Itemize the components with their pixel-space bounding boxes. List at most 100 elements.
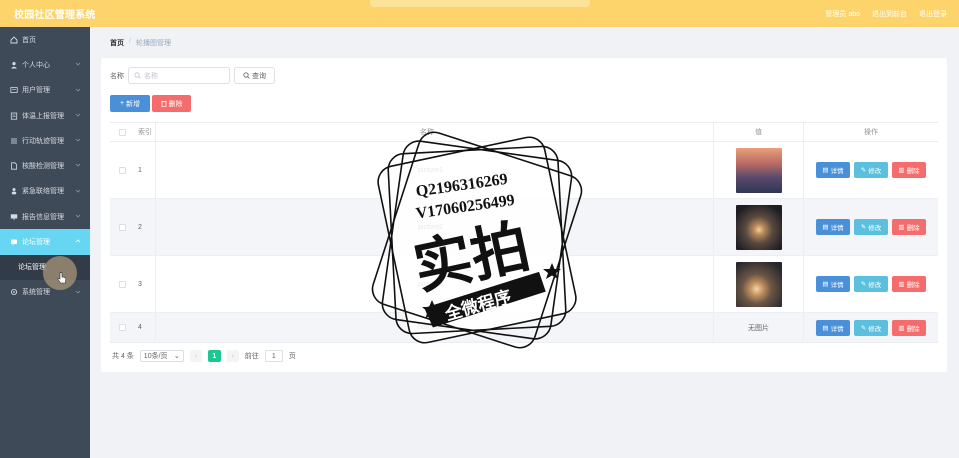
logout-link[interactable]: 退出登录	[919, 9, 947, 19]
column-header-value: 值	[714, 123, 804, 141]
search-input[interactable]: 名称	[128, 67, 230, 84]
query-button[interactable]: 查询	[234, 67, 275, 84]
sidebar-item-label: 论坛管理	[22, 239, 50, 247]
delete-button[interactable]: ▥ 删除	[892, 276, 926, 292]
settings-icon	[10, 288, 18, 296]
sidebar-item-emergency-contact[interactable]: 紧急联络管理	[0, 179, 90, 204]
submenu-label: 论坛管理	[18, 264, 46, 272]
goto-page-input[interactable]: 1	[264, 350, 283, 362]
row-checkbox[interactable]	[118, 324, 126, 331]
chevron-down-icon	[75, 189, 81, 193]
hand-cursor-icon	[57, 272, 67, 287]
goto-suffix: 页	[288, 353, 296, 360]
pagination: 共 4 条 10条/页 ⌄ ‹ 1 › 前往 1 页	[112, 350, 296, 362]
detail-button[interactable]: ▤ 详情	[816, 219, 850, 235]
chat-icon	[10, 238, 18, 246]
sidebar-item-report-info[interactable]: 报告信息管理	[0, 204, 90, 229]
search-label: 名称	[110, 72, 124, 80]
cell-index: 3	[134, 256, 156, 312]
column-header-index: 索引	[134, 123, 156, 141]
document-icon: ▤	[822, 167, 829, 174]
admin-label: 管理员 abo	[825, 10, 860, 18]
sidebar-item-label: 用户管理	[22, 87, 50, 95]
delete-button[interactable]: ▥ 删除	[892, 319, 926, 336]
search-row: 名称 名称 查询	[110, 67, 275, 84]
sidebar-item-home[interactable]: 首页	[0, 27, 90, 52]
trash-icon: ▥	[898, 281, 905, 288]
home-icon	[10, 36, 18, 44]
breadcrumb: 首页 / 轮播图管理	[110, 38, 171, 48]
action-row: + 新增 删除	[110, 95, 191, 112]
detail-button[interactable]: ▤ 详情	[816, 276, 850, 292]
header-links: 管理员 abo 退出到前台 退出登录	[825, 9, 947, 19]
sidebar: 首页 个人中心 用户管理 体温上报管理 行动轨迹管理 核酸检测管理 紧急联络管理…	[0, 27, 90, 458]
sidebar-item-label: 个人中心	[22, 61, 50, 69]
sidebar-item-forum[interactable]: 论坛管理	[0, 229, 90, 255]
edit-button[interactable]: ✎ 修改	[854, 219, 888, 235]
monitor-icon	[10, 213, 18, 221]
sidebar-item-label: 行动轨迹管理	[22, 137, 64, 145]
edit-button[interactable]: ✎ 修改	[854, 319, 888, 336]
front-page-link[interactable]: 退出到前台	[872, 9, 907, 19]
batch-delete-button[interactable]: 删除	[152, 95, 191, 112]
chevron-down-icon	[75, 214, 81, 218]
edit-button[interactable]: ✎ 修改	[854, 276, 888, 292]
add-button[interactable]: + 新增	[110, 95, 150, 112]
delete-button[interactable]: ▥ 删除	[892, 162, 926, 178]
sidebar-item-temperature[interactable]: 体温上报管理	[0, 103, 90, 128]
sidebar-item-personal-center[interactable]: 个人中心	[0, 52, 90, 77]
pencil-icon: ✎	[860, 167, 867, 174]
prev-page-button[interactable]: ‹	[189, 350, 202, 362]
page-number-current[interactable]: 1	[207, 350, 221, 362]
watermark-stamp: Q2196316269 V17060256499 实拍 全微程序	[371, 131, 583, 349]
person-icon	[10, 187, 18, 195]
sidebar-item-label: 报告信息管理	[22, 213, 64, 221]
chevron-down-icon	[75, 164, 81, 168]
add-button-label: 新增	[126, 100, 141, 108]
breadcrumb-separator: /	[129, 38, 131, 45]
page-size-select[interactable]: 10条/页 ⌄	[139, 350, 184, 362]
sidebar-item-user-management[interactable]: 用户管理	[0, 78, 90, 103]
sidebar-item-label: 体温上报管理	[22, 112, 64, 120]
sidebar-item-trajectory[interactable]: 行动轨迹管理	[0, 128, 90, 153]
pagination-total: 共 4 条	[112, 353, 134, 360]
trash-icon: ▥	[898, 167, 905, 174]
user-icon	[10, 61, 18, 69]
select-all-checkbox[interactable]	[118, 128, 126, 136]
cell-index: 1	[134, 142, 156, 198]
detail-button[interactable]: ▤ 详情	[816, 319, 850, 336]
next-page-button[interactable]: ›	[226, 350, 239, 362]
thumbnail-image[interactable]	[735, 147, 782, 193]
row-checkbox[interactable]	[118, 280, 126, 288]
breadcrumb-current: 轮播图管理	[135, 40, 171, 47]
chevron-down-icon: ⌄	[173, 353, 180, 360]
column-header-operation: 操作	[864, 129, 878, 136]
thumbnail-image[interactable]	[735, 204, 782, 250]
chevron-down-icon	[75, 138, 81, 142]
detail-button[interactable]: ▤ 详情	[816, 162, 850, 178]
app-title: 校园社区管理系统	[14, 10, 96, 21]
thumbnail-image[interactable]	[735, 261, 782, 307]
search-placeholder: 名称	[144, 72, 158, 80]
sidebar-item-system[interactable]: 系统管理	[0, 280, 90, 305]
row-checkbox[interactable]	[118, 223, 126, 231]
breadcrumb-home[interactable]: 首页	[110, 38, 124, 48]
sidebar-item-nucleic-test[interactable]: 核酸检测管理	[0, 153, 90, 178]
document-icon: ▤	[822, 224, 829, 231]
row-checkbox[interactable]	[118, 166, 126, 174]
pencil-icon: ✎	[860, 281, 867, 288]
sidebar-item-label: 核酸检测管理	[22, 163, 64, 171]
cell-value: 无图片	[714, 313, 804, 342]
chevron-down-icon	[75, 290, 81, 294]
trash-icon: ▥	[898, 324, 905, 332]
sidebar-item-label: 紧急联络管理	[22, 188, 64, 196]
chevron-up-icon	[75, 239, 81, 243]
document-icon: ▤	[822, 281, 829, 288]
sidebar-item-label: 首页	[22, 36, 36, 44]
edit-button[interactable]: ✎ 修改	[854, 162, 888, 178]
chevron-down-icon	[75, 63, 81, 66]
delete-button[interactable]: ▥ 删除	[892, 219, 926, 235]
search-icon	[134, 72, 141, 79]
document-icon: ▤	[822, 324, 829, 332]
cell-index: 2	[134, 199, 156, 255]
